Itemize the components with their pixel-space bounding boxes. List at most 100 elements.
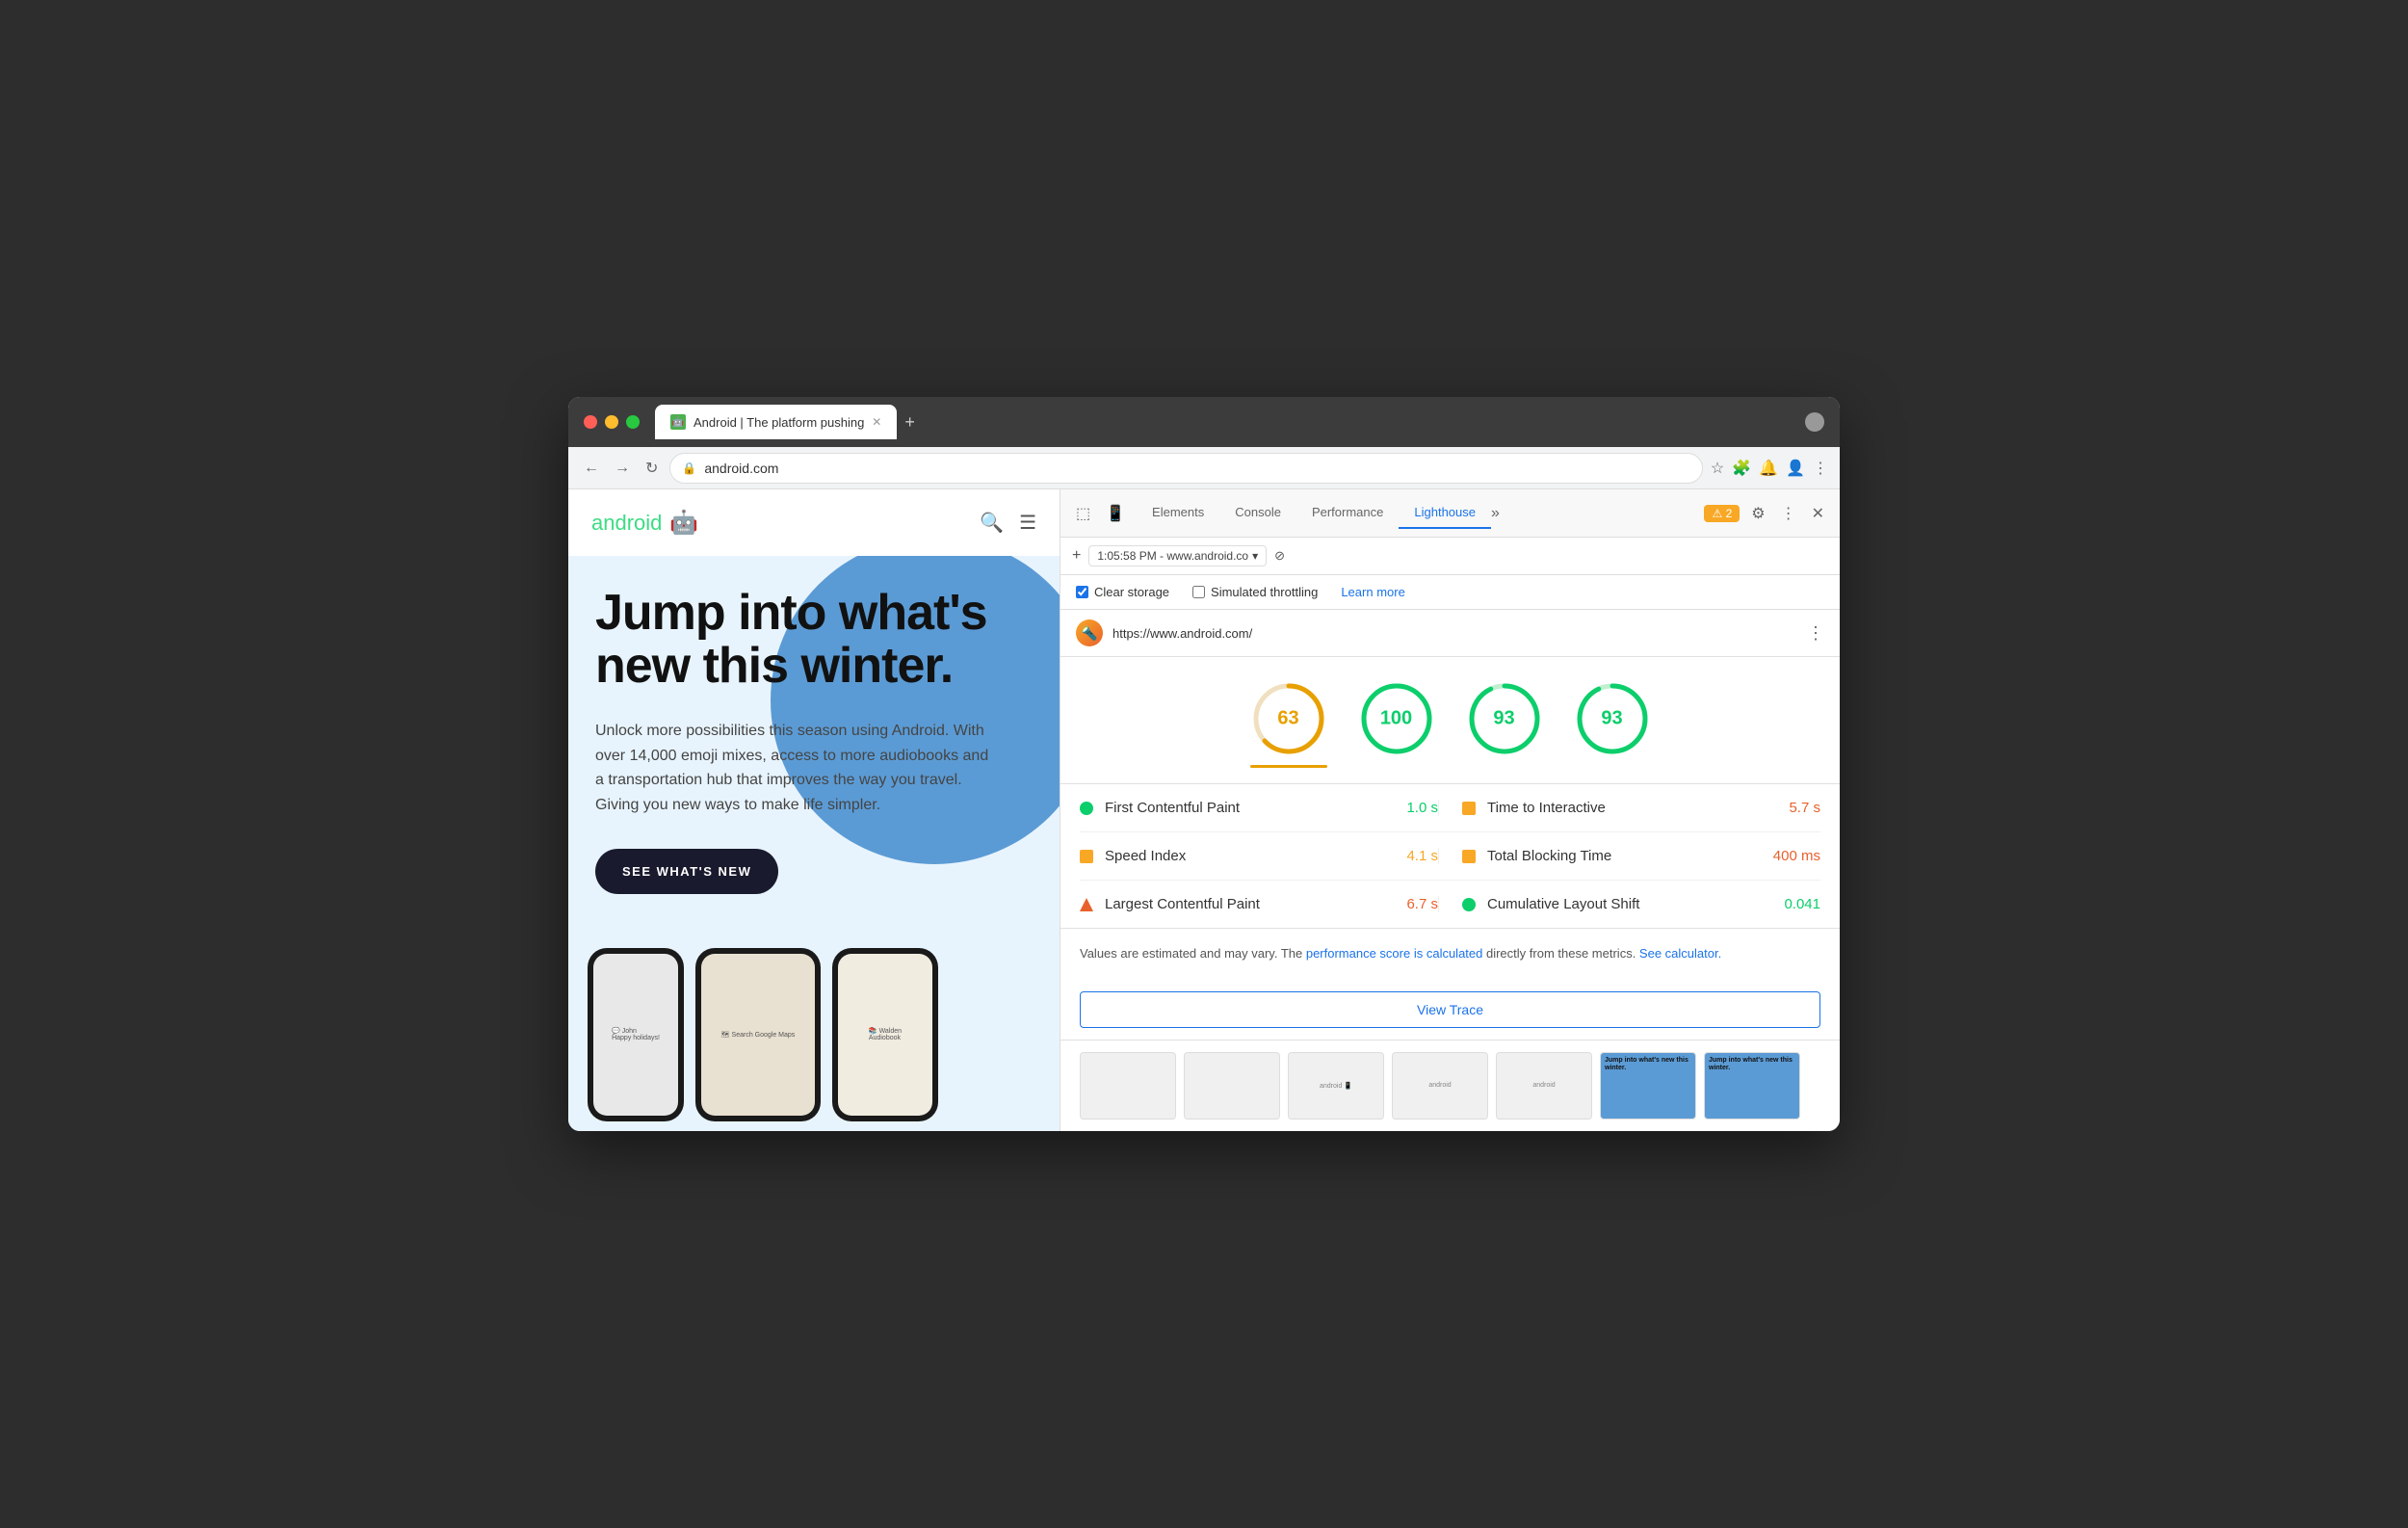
metrics-section: First Contentful Paint 1.0 s Time to Int… [1060, 784, 1840, 928]
warning-badge[interactable]: ⚠ 2 [1704, 505, 1740, 522]
phone-2-content: 🗺 Search Google Maps [701, 954, 815, 1116]
frame-2-content [1185, 1053, 1279, 1119]
score-value-63: 63 [1277, 708, 1298, 730]
tti-indicator [1462, 802, 1476, 815]
devtools-menu-button[interactable]: ⋮ [1777, 500, 1800, 527]
score-underline [1250, 765, 1327, 768]
cls-value: 0.041 [1784, 896, 1820, 912]
notifications-icon[interactable]: 🔔 [1759, 459, 1778, 478]
metric-si: Speed Index 4.1 s [1080, 848, 1438, 864]
fcp-value: 1.0 s [1406, 800, 1438, 816]
devtools-close-button[interactable]: ✕ [1808, 500, 1828, 527]
session-timestamp: 1:05:58 PM - www.android.co [1097, 549, 1248, 563]
minimize-window-button[interactable] [605, 415, 618, 429]
fcp-name: First Contentful Paint [1105, 800, 1240, 816]
tab-close-button[interactable]: ✕ [872, 415, 881, 429]
devtools-toolbar: ⬚ 📱 Elements Console Performance Lightho… [1060, 489, 1840, 538]
close-window-button[interactable] [584, 415, 597, 429]
metric-lcp: Largest Contentful Paint 6.7 s [1080, 896, 1438, 912]
android-search-icon[interactable]: 🔍 [980, 511, 1004, 535]
metric-cls: Cumulative Layout Shift 0.041 [1438, 896, 1820, 912]
forward-button[interactable]: → [611, 456, 634, 481]
bugdroid-icon: 🤖 [669, 509, 698, 537]
phone-2: 🗺 Search Google Maps [695, 948, 821, 1121]
extension-icon[interactable]: 🧩 [1732, 459, 1751, 478]
see-whats-new-button[interactable]: SEE WHAT'S NEW [595, 849, 778, 894]
tab-elements[interactable]: Elements [1137, 497, 1219, 529]
filmstrip-frame-1 [1080, 1052, 1176, 1120]
score-value-93a: 93 [1493, 708, 1514, 730]
info-text: Values are estimated and may vary. The p… [1060, 928, 1840, 980]
block-icon[interactable]: ⊘ [1274, 548, 1285, 564]
hero-description: Unlock more possibilities this season us… [595, 719, 1000, 817]
learn-more-link[interactable]: Learn more [1341, 585, 1404, 599]
tti-name: Time to Interactive [1487, 800, 1606, 816]
session-url-selector[interactable]: 1:05:58 PM - www.android.co ▾ [1088, 545, 1267, 566]
perf-score-link[interactable]: performance score is calculated [1306, 946, 1483, 961]
android-hero: Jump into what's new this winter. Unlock… [568, 556, 1060, 925]
metric-fcp: First Contentful Paint 1.0 s [1080, 800, 1438, 816]
profile-icon[interactable]: 👤 [1786, 459, 1805, 478]
info-prefix: Values are estimated and may vary. The [1080, 946, 1306, 961]
traffic-lights [584, 415, 640, 429]
simulated-throttling-option[interactable]: Simulated throttling [1192, 585, 1318, 599]
session-bar: + 1:05:58 PM - www.android.co ▾ ⊘ [1060, 538, 1840, 575]
metric-row-2: Speed Index 4.1 s Total Blocking Time 40… [1080, 832, 1820, 881]
elements-selector-button[interactable]: ⬚ [1072, 500, 1094, 527]
devtools-panel: ⬚ 📱 Elements Console Performance Lightho… [1060, 489, 1840, 1131]
score-2: 100 [1358, 680, 1435, 768]
more-tabs-button[interactable]: » [1491, 505, 1500, 522]
score-performance: 63 [1250, 680, 1327, 768]
score-gauge-93b: 93 [1574, 680, 1651, 757]
filmstrip-frame-5: android [1496, 1052, 1592, 1120]
lighthouse-url-options[interactable]: ⋮ [1807, 623, 1824, 644]
phone-3-content: 📚 WaldenAudiobook [838, 954, 932, 1116]
device-toggle-button[interactable]: 📱 [1102, 500, 1129, 527]
view-trace-button[interactable]: View Trace [1080, 991, 1820, 1028]
frame-6-content: Jump into what's new this winter. [1601, 1053, 1695, 1077]
android-nav-icons: 🔍 ☰ [980, 511, 1036, 535]
address-bar[interactable]: 🔒 android.com [669, 453, 1702, 484]
star-icon[interactable]: ☆ [1711, 459, 1724, 478]
filmstrip-frame-3: android 📱 [1288, 1052, 1384, 1120]
tab-console[interactable]: Console [1219, 497, 1296, 529]
title-bar: 🤖 Android | The platform pushing ✕ + [568, 397, 1840, 447]
tab-lighthouse[interactable]: Lighthouse [1399, 497, 1491, 529]
si-name: Speed Index [1105, 848, 1186, 864]
scores-section: 63 100 [1060, 657, 1840, 784]
main-content: android 🤖 🔍 ☰ Jump into what's new this … [568, 489, 1840, 1131]
clear-storage-option[interactable]: Clear storage [1076, 585, 1169, 599]
android-header: android 🤖 🔍 ☰ [568, 489, 1060, 556]
browser-window: 🤖 Android | The platform pushing ✕ + ← →… [568, 397, 1840, 1131]
lcp-name: Largest Contentful Paint [1105, 896, 1260, 912]
filmstrip: android 📱 android android Jump into what… [1060, 1040, 1840, 1131]
tti-value: 5.7 s [1789, 800, 1820, 816]
android-logo-text: android [591, 511, 662, 536]
metric-tbt: Total Blocking Time 400 ms [1438, 848, 1820, 864]
add-session-button[interactable]: + [1072, 547, 1081, 565]
clear-storage-checkbox[interactable] [1076, 586, 1088, 598]
refresh-button[interactable]: ↻ [641, 455, 662, 482]
tab-performance[interactable]: Performance [1296, 497, 1399, 529]
score-gauge-63: 63 [1250, 680, 1327, 757]
settings-button[interactable]: ⚙ [1747, 500, 1768, 527]
active-tab[interactable]: 🤖 Android | The platform pushing ✕ [655, 405, 897, 439]
si-indicator [1080, 850, 1093, 863]
score-gauge-93a: 93 [1466, 680, 1543, 757]
new-tab-button[interactable]: + [904, 412, 915, 433]
calculator-link[interactable]: See calculator. [1639, 946, 1721, 961]
phone-3: 📚 WaldenAudiobook [832, 948, 938, 1121]
frame-5-content: android [1497, 1053, 1591, 1119]
android-logo: android 🤖 [591, 509, 698, 537]
score-3: 93 [1466, 680, 1543, 768]
simulated-throttling-checkbox[interactable] [1192, 586, 1205, 598]
back-button[interactable]: ← [580, 456, 603, 481]
maximize-window-button[interactable] [626, 415, 640, 429]
menu-icon[interactable]: ⋮ [1813, 459, 1828, 478]
android-menu-icon[interactable]: ☰ [1019, 511, 1036, 535]
android-page: android 🤖 🔍 ☰ Jump into what's new this … [568, 489, 1060, 1131]
tbt-value: 400 ms [1773, 848, 1820, 864]
session-dropdown-icon[interactable]: ▾ [1252, 549, 1258, 563]
filmstrip-frame-7: Jump into what's new this winter. [1704, 1052, 1800, 1120]
metric-row-3: Largest Contentful Paint 6.7 s Cumulativ… [1080, 881, 1820, 928]
